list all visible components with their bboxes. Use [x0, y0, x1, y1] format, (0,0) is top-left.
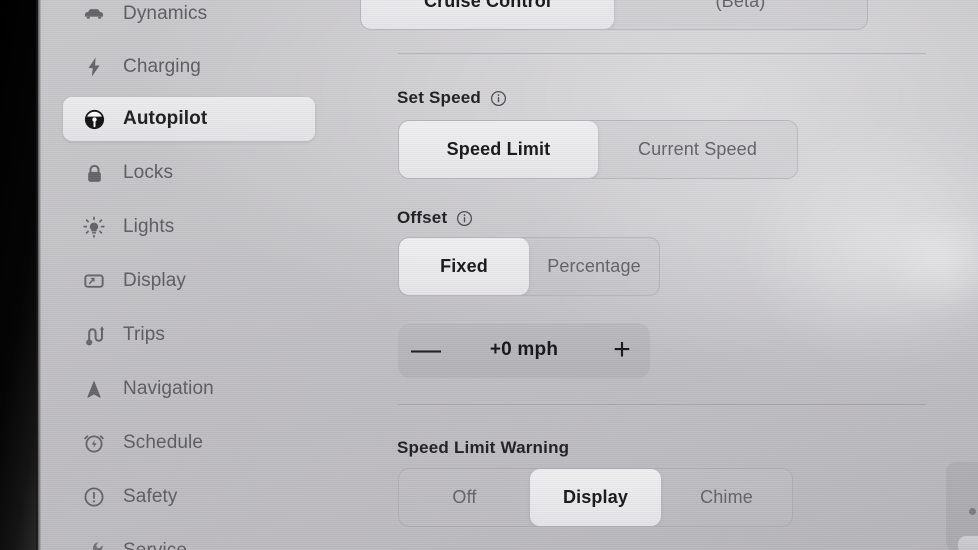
offset-label: Offset: [397, 208, 448, 227]
offset-heading: Offset: [397, 208, 473, 228]
sidebar-item-service[interactable]: Service: [63, 529, 315, 550]
sidebar-item-charging[interactable]: Charging: [63, 45, 315, 89]
option-current-speed[interactable]: Current Speed: [598, 121, 797, 178]
option-percentage[interactable]: Percentage: [529, 238, 659, 295]
sidebar-item-label: Safety: [123, 486, 178, 507]
screen-bezel-left: [0, 0, 38, 550]
sidebar-item-label: Service: [123, 540, 187, 550]
tab-cruise-control[interactable]: Cruise Control: [361, 0, 614, 29]
set-speed-label: Set Speed: [397, 88, 481, 107]
lightbulb-icon: [81, 214, 107, 240]
sidebar-item-label: Autopilot: [123, 108, 208, 129]
alert-circle-icon: [81, 484, 107, 510]
screen-bezel-edge: [36, 0, 41, 550]
speed-limit-warning-label: Speed Limit Warning: [397, 438, 570, 457]
sidebar-item-label: Schedule: [123, 432, 204, 453]
offset-stepper[interactable]: — +0 mph +: [398, 322, 650, 378]
info-icon[interactable]: [490, 90, 507, 107]
increment-button[interactable]: +: [594, 335, 650, 365]
tab-beta[interactable]: (Beta): [614, 0, 867, 29]
nav-arrow-icon: [81, 376, 107, 402]
steering-wheel-icon: [81, 106, 107, 132]
car-icon: [81, 1, 107, 27]
autopilot-mode-tabs[interactable]: Cruise Control (Beta): [360, 0, 868, 30]
vehicle-touchscreen: Dynamics Charging Autopilot Locks Lights…: [38, 0, 978, 550]
sidebar-item-autopilot[interactable]: Autopilot: [63, 97, 315, 141]
info-icon[interactable]: [456, 210, 473, 227]
sidebar-item-dynamics[interactable]: Dynamics: [63, 0, 315, 36]
option-speed-limit[interactable]: Speed Limit: [399, 121, 598, 178]
wrench-icon: [81, 538, 107, 550]
lock-icon: [81, 160, 107, 186]
sidebar-item-schedule[interactable]: Schedule: [63, 421, 315, 465]
sidebar-item-label: Lights: [123, 216, 175, 237]
sidebar-item-label: Trips: [123, 324, 166, 345]
sidebar-item-safety[interactable]: Safety: [63, 475, 315, 519]
offset-segmented-control[interactable]: Fixed Percentage: [398, 237, 660, 296]
offset-value: +0 mph: [489, 339, 559, 360]
alarm-clock-icon: [81, 430, 107, 456]
section-divider-bottom: [398, 404, 926, 405]
winding-road-icon: [81, 322, 107, 348]
set-speed-segmented-control[interactable]: Speed Limit Current Speed: [398, 120, 798, 179]
option-chime[interactable]: Chime: [661, 469, 792, 526]
speed-limit-warning-segmented-control[interactable]: Off Display Chime: [398, 468, 793, 527]
tesla-touchscreen-photo: Dynamics Charging Autopilot Locks Lights…: [0, 0, 978, 550]
sidebar-item-label: Locks: [123, 162, 174, 183]
set-speed-heading: Set Speed: [397, 88, 507, 108]
sidebar-item-label: Charging: [123, 56, 201, 77]
option-fixed[interactable]: Fixed: [399, 238, 529, 295]
right-edge-handle-dot: [969, 508, 976, 515]
sidebar-item-locks[interactable]: Locks: [63, 151, 315, 195]
section-divider-top: [398, 53, 926, 54]
speed-limit-warning-heading: Speed Limit Warning: [397, 438, 569, 458]
sidebar-item-navigation[interactable]: Navigation: [63, 367, 315, 411]
option-off[interactable]: Off: [399, 469, 530, 526]
sidebar-item-display[interactable]: Display: [63, 259, 315, 303]
sidebar-item-label: Navigation: [123, 378, 214, 399]
autopilot-settings-pane: Cruise Control (Beta) Set Speed Speed Li…: [338, 0, 978, 550]
sidebar-item-lights[interactable]: Lights: [63, 205, 315, 249]
settings-sidebar: Dynamics Charging Autopilot Locks Lights…: [38, 0, 338, 550]
decrement-button[interactable]: —: [398, 335, 454, 365]
right-edge-panel-lower: [958, 536, 978, 550]
sidebar-item-label: Display: [123, 270, 186, 291]
display-icon: [81, 268, 107, 294]
sidebar-item-label: Dynamics: [123, 3, 208, 24]
bolt-icon: [81, 54, 107, 80]
sidebar-item-trips[interactable]: Trips: [63, 313, 315, 357]
option-display[interactable]: Display: [530, 469, 661, 526]
